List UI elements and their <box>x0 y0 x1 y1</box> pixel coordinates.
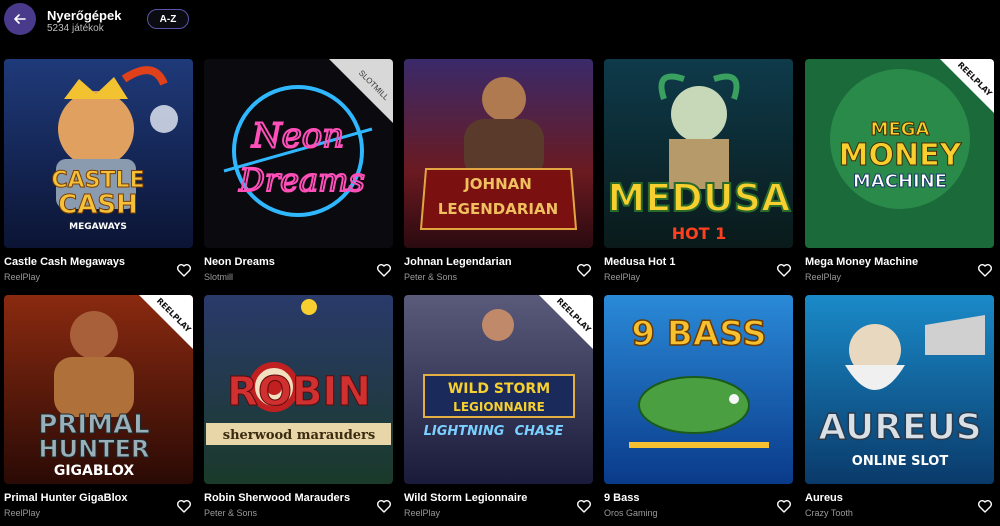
game-thumbnail[interactable]: AUREUS ONLINE SLOT <box>805 295 994 484</box>
game-provider: Oros Gaming <box>604 508 658 518</box>
favorite-button[interactable] <box>977 498 993 514</box>
svg-text:9 BASS: 9 BASS <box>631 314 766 354</box>
game-count: 5234 játékok <box>47 23 104 34</box>
game-provider: ReelPlay <box>604 272 641 282</box>
svg-text:MONEY: MONEY <box>839 138 963 173</box>
mega-money-machine-art: MEGA MONEY MACHINE REELPLAY <box>805 59 994 248</box>
favorite-button[interactable] <box>376 498 392 514</box>
svg-text:WILD STORM: WILD STORM <box>448 381 550 397</box>
game-thumbnail[interactable]: MEGA MONEY MACHINE REELPLAY <box>805 59 994 248</box>
game-provider: ReelPlay <box>4 508 41 518</box>
favorite-button[interactable] <box>176 262 192 278</box>
aureus-art: AUREUS ONLINE SLOT <box>805 295 994 484</box>
game-thumbnail[interactable]: CASTLE CASH MEGAWAYS <box>4 59 193 248</box>
neon-dreams-art: Neon Dreams SLOTMILL <box>204 59 393 248</box>
favorite-button[interactable] <box>977 262 993 278</box>
game-title: Mega Money Machine <box>805 256 919 268</box>
game-thumbnail[interactable]: Neon Dreams SLOTMILL <box>204 59 393 248</box>
game-title: Aureus <box>805 492 843 504</box>
svg-text:HUNTER: HUNTER <box>39 435 150 463</box>
heart-icon <box>978 500 992 513</box>
game-thumbnail[interactable]: ROBIN sherwood marauders <box>204 295 393 484</box>
svg-text:MEGA: MEGA <box>871 119 930 140</box>
heart-icon <box>177 264 191 277</box>
game-title: Wild Storm Legionnaire <box>404 492 528 504</box>
arrow-left-icon <box>14 14 26 24</box>
game-provider: ReelPlay <box>805 272 842 282</box>
game-title: Medusa Hot 1 <box>604 256 676 268</box>
game-card[interactable]: ROBIN sherwood marauders Robin Sherwood … <box>204 295 393 525</box>
game-provider: Slotmill <box>204 272 234 282</box>
game-provider: Peter & Sons <box>404 272 458 282</box>
heart-icon <box>377 500 391 513</box>
game-thumbnail[interactable]: PRIMAL HUNTER GIGABLOX REELPLAY <box>4 295 193 484</box>
svg-text:MACHINE: MACHINE <box>853 171 947 192</box>
primal-hunter-art: PRIMAL HUNTER GIGABLOX REELPLAY <box>4 295 193 484</box>
svg-text:Neon: Neon <box>251 116 344 156</box>
heart-icon <box>177 500 191 513</box>
svg-text:JOHNAN: JOHNAN <box>463 175 532 193</box>
game-provider: Crazy Tooth <box>805 508 853 518</box>
game-thumbnail[interactable]: JOHNAN LEGENDARIAN <box>404 59 593 248</box>
sort-az-button[interactable]: A-Z <box>147 9 189 29</box>
favorite-button[interactable] <box>776 498 792 514</box>
svg-text:LIGHTNING: LIGHTNING <box>424 424 505 439</box>
favorite-button[interactable] <box>376 262 392 278</box>
page-header: Nyerőgépek 5234 játékok A-Z <box>0 0 1000 56</box>
castle-cash-art: CASTLE CASH MEGAWAYS <box>4 59 193 248</box>
heart-icon <box>577 264 591 277</box>
game-thumbnail[interactable]: 9 BASS <box>604 295 793 484</box>
game-title: 9 Bass <box>604 492 640 504</box>
game-provider: ReelPlay <box>404 508 441 518</box>
game-title: Robin Sherwood Marauders <box>204 492 351 504</box>
game-card[interactable]: MEDUSA HOT 1 Medusa Hot 1 ReelPlay <box>604 59 793 289</box>
favorite-button[interactable] <box>576 498 592 514</box>
johnan-legendarian-art: JOHNAN LEGENDARIAN <box>404 59 593 248</box>
heart-icon <box>777 264 791 277</box>
svg-text:AUREUS: AUREUS <box>818 407 981 448</box>
svg-text:ROBIN: ROBIN <box>227 369 371 415</box>
svg-text:Dreams: Dreams <box>238 161 365 199</box>
game-card[interactable]: 9 BASS 9 Bass Oros Gaming <box>604 295 793 525</box>
svg-text:ONLINE SLOT: ONLINE SLOT <box>852 454 949 469</box>
game-card[interactable]: PRIMAL HUNTER GIGABLOX REELPLAY Primal H… <box>4 295 193 525</box>
nine-bass-art: 9 BASS <box>604 295 793 484</box>
svg-text:MEDUSA: MEDUSA <box>608 176 792 220</box>
svg-text:sherwood marauders: sherwood marauders <box>223 428 375 443</box>
heart-icon <box>577 500 591 513</box>
game-thumbnail[interactable]: WILD STORM LEGIONNAIRE LIGHTNING CHASE R… <box>404 295 593 484</box>
game-thumbnail[interactable]: MEDUSA HOT 1 <box>604 59 793 248</box>
favorite-button[interactable] <box>776 262 792 278</box>
game-provider: Peter & Sons <box>204 508 258 518</box>
game-title: Neon Dreams <box>204 256 275 268</box>
game-provider: ReelPlay <box>4 272 41 282</box>
heart-icon <box>777 500 791 513</box>
svg-text:CASH: CASH <box>58 190 138 220</box>
game-title: Castle Cash Megaways <box>4 256 126 268</box>
favorite-button[interactable] <box>576 262 592 278</box>
game-title: Johnan Legendarian <box>404 256 512 268</box>
game-title: Primal Hunter GigaBlox <box>4 492 128 504</box>
game-card[interactable]: MEGA MONEY MACHINE REELPLAY Mega Money M… <box>805 59 994 289</box>
svg-text:LEGENDARIAN: LEGENDARIAN <box>438 200 558 218</box>
game-card[interactable]: JOHNAN LEGENDARIAN Johnan Legendarian Pe… <box>404 59 593 289</box>
back-button[interactable] <box>4 3 36 35</box>
heart-icon <box>377 264 391 277</box>
game-card[interactable]: WILD STORM LEGIONNAIRE LIGHTNING CHASE R… <box>404 295 593 525</box>
robin-sherwood-art: ROBIN sherwood marauders <box>204 295 393 484</box>
svg-text:LEGIONNAIRE: LEGIONNAIRE <box>453 400 545 414</box>
svg-text:MEGAWAYS: MEGAWAYS <box>69 222 127 232</box>
game-card[interactable]: Neon Dreams SLOTMILL Neon Dreams Slotmil… <box>204 59 393 289</box>
svg-text:GIGABLOX: GIGABLOX <box>54 463 135 479</box>
game-card[interactable]: CASTLE CASH MEGAWAYS Castle Cash Megaway… <box>4 59 193 289</box>
svg-text:CHASE: CHASE <box>515 424 564 439</box>
favorite-button[interactable] <box>176 498 192 514</box>
svg-text:HOT 1: HOT 1 <box>672 224 727 243</box>
page-title: Nyerőgépek <box>47 8 122 23</box>
medusa-hot-art: MEDUSA HOT 1 <box>604 59 793 248</box>
wild-storm-art: WILD STORM LEGIONNAIRE LIGHTNING CHASE R… <box>404 295 593 484</box>
heart-icon <box>978 264 992 277</box>
game-card[interactable]: AUREUS ONLINE SLOT Aureus Crazy Tooth <box>805 295 994 525</box>
